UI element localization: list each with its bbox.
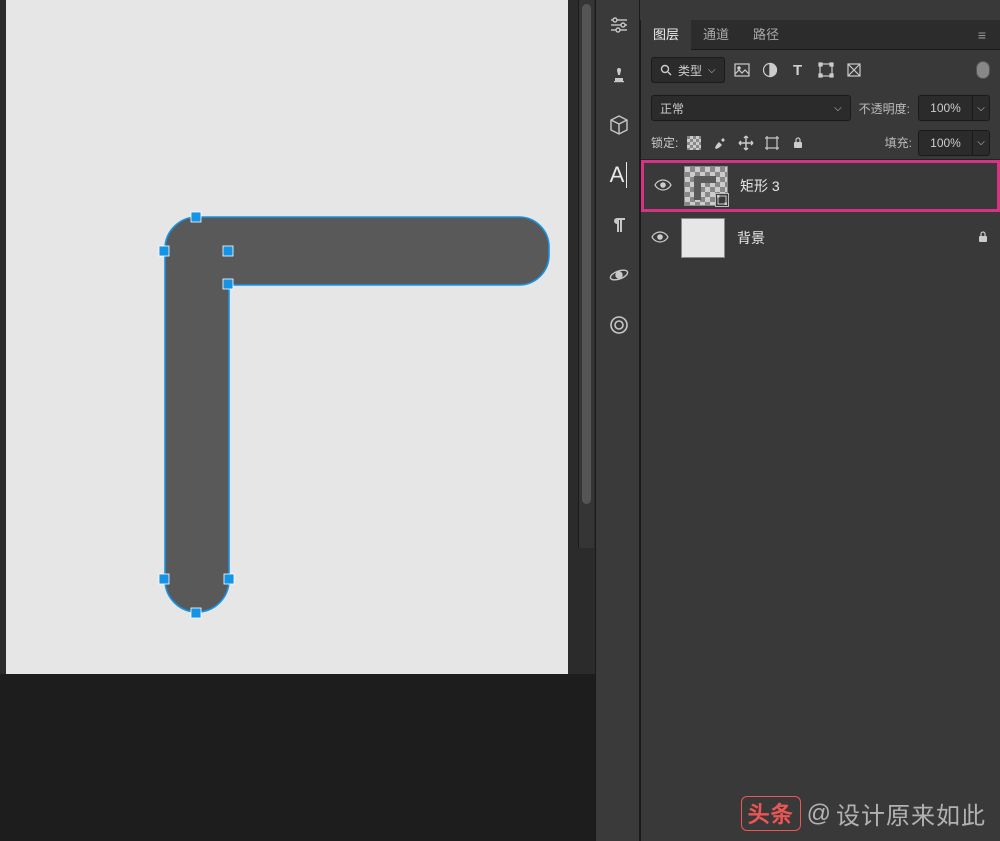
layer-filter-row: 类型 ⌵ T (641, 50, 1000, 90)
fill-value[interactable]: 100% (918, 130, 972, 156)
layer-row-shape[interactable]: 矩形 3 (641, 160, 1000, 212)
blend-mode-row: 正常 ⌵ 不透明度: 100% ⌵ (641, 90, 1000, 126)
lock-label: 锁定: (651, 134, 678, 151)
opacity-label: 不透明度: (859, 100, 910, 117)
tab-channels[interactable]: 通道 (691, 20, 741, 50)
watermark-author: 设计原来如此 (836, 796, 986, 831)
cloud-sync-icon[interactable] (596, 300, 641, 350)
filter-shape-icon[interactable] (815, 59, 837, 81)
cube-icon[interactable] (596, 100, 641, 150)
filter-pixel-icon[interactable] (731, 59, 753, 81)
opacity-value[interactable]: 100% (918, 95, 972, 121)
lock-row: 锁定: 填充: 100% ⌵ (641, 126, 1000, 160)
search-icon (660, 64, 672, 76)
layer-row-background[interactable]: 背景 (641, 212, 1000, 264)
filter-toggle[interactable] (976, 61, 990, 79)
paragraph-icon[interactable] (596, 200, 641, 250)
watermark: 头条 @ 设计原来如此 (741, 796, 986, 831)
visibility-eye-icon[interactable] (654, 179, 672, 194)
visibility-eye-icon[interactable] (651, 231, 669, 246)
watermark-at: @ (807, 800, 832, 828)
layer-name-label[interactable]: 背景 (737, 228, 765, 248)
filter-type-icon[interactable]: T (787, 59, 809, 81)
watermark-brand-chip: 头条 (741, 796, 801, 831)
adjustments-icon[interactable] (596, 0, 641, 50)
vector-mask-badge (715, 193, 729, 207)
type-A-icon[interactable]: A (596, 150, 641, 200)
layer-name-label[interactable]: 矩形 3 (740, 176, 780, 196)
layer-thumbnail[interactable] (684, 166, 728, 206)
blend-mode-value: 正常 (660, 100, 684, 117)
lock-move-icon[interactable] (736, 133, 756, 153)
l-shape-path[interactable] (165, 217, 549, 612)
stamp-icon[interactable] (596, 50, 641, 100)
fill-label: 填充: (885, 134, 912, 151)
blend-mode-select[interactable]: 正常 ⌵ (651, 95, 851, 121)
side-toolstrip: A (595, 0, 640, 841)
locked-icon (976, 230, 990, 247)
orbit-icon[interactable] (596, 250, 641, 300)
lock-transparency-icon[interactable] (684, 133, 704, 153)
tab-layers[interactable]: 图层 (641, 20, 691, 50)
filter-kind-select[interactable]: 类型 ⌵ (651, 57, 725, 83)
lock-all-icon[interactable] (788, 133, 808, 153)
tab-paths[interactable]: 路径 (741, 20, 791, 50)
lock-brush-icon[interactable] (710, 133, 730, 153)
canvas-area[interactable] (0, 0, 595, 841)
fill-dropdown-button[interactable]: ⌵ (972, 130, 990, 156)
chevron-down-icon: ⌵ (708, 65, 716, 76)
filter-kind-label: 类型 (678, 62, 702, 79)
selected-shape[interactable] (0, 0, 595, 700)
panel-menu-icon[interactable]: ≡ (974, 27, 990, 43)
panel-tabs: 图层 通道 路径 ≡ (641, 20, 1000, 50)
opacity-dropdown-button[interactable]: ⌵ (972, 95, 990, 121)
lock-artboard-icon[interactable] (762, 133, 782, 153)
type-A-label: A (610, 162, 628, 188)
right-top-strip (640, 0, 1000, 20)
filter-adjustment-icon[interactable] (759, 59, 781, 81)
layer-thumbnail[interactable] (681, 218, 725, 258)
filter-smart-icon[interactable] (843, 59, 865, 81)
chevron-down-icon: ⌵ (834, 103, 842, 114)
layers-panel: 图层 通道 路径 ≡ 类型 ⌵ T 正常 ⌵ 不透明度: (640, 20, 1000, 841)
